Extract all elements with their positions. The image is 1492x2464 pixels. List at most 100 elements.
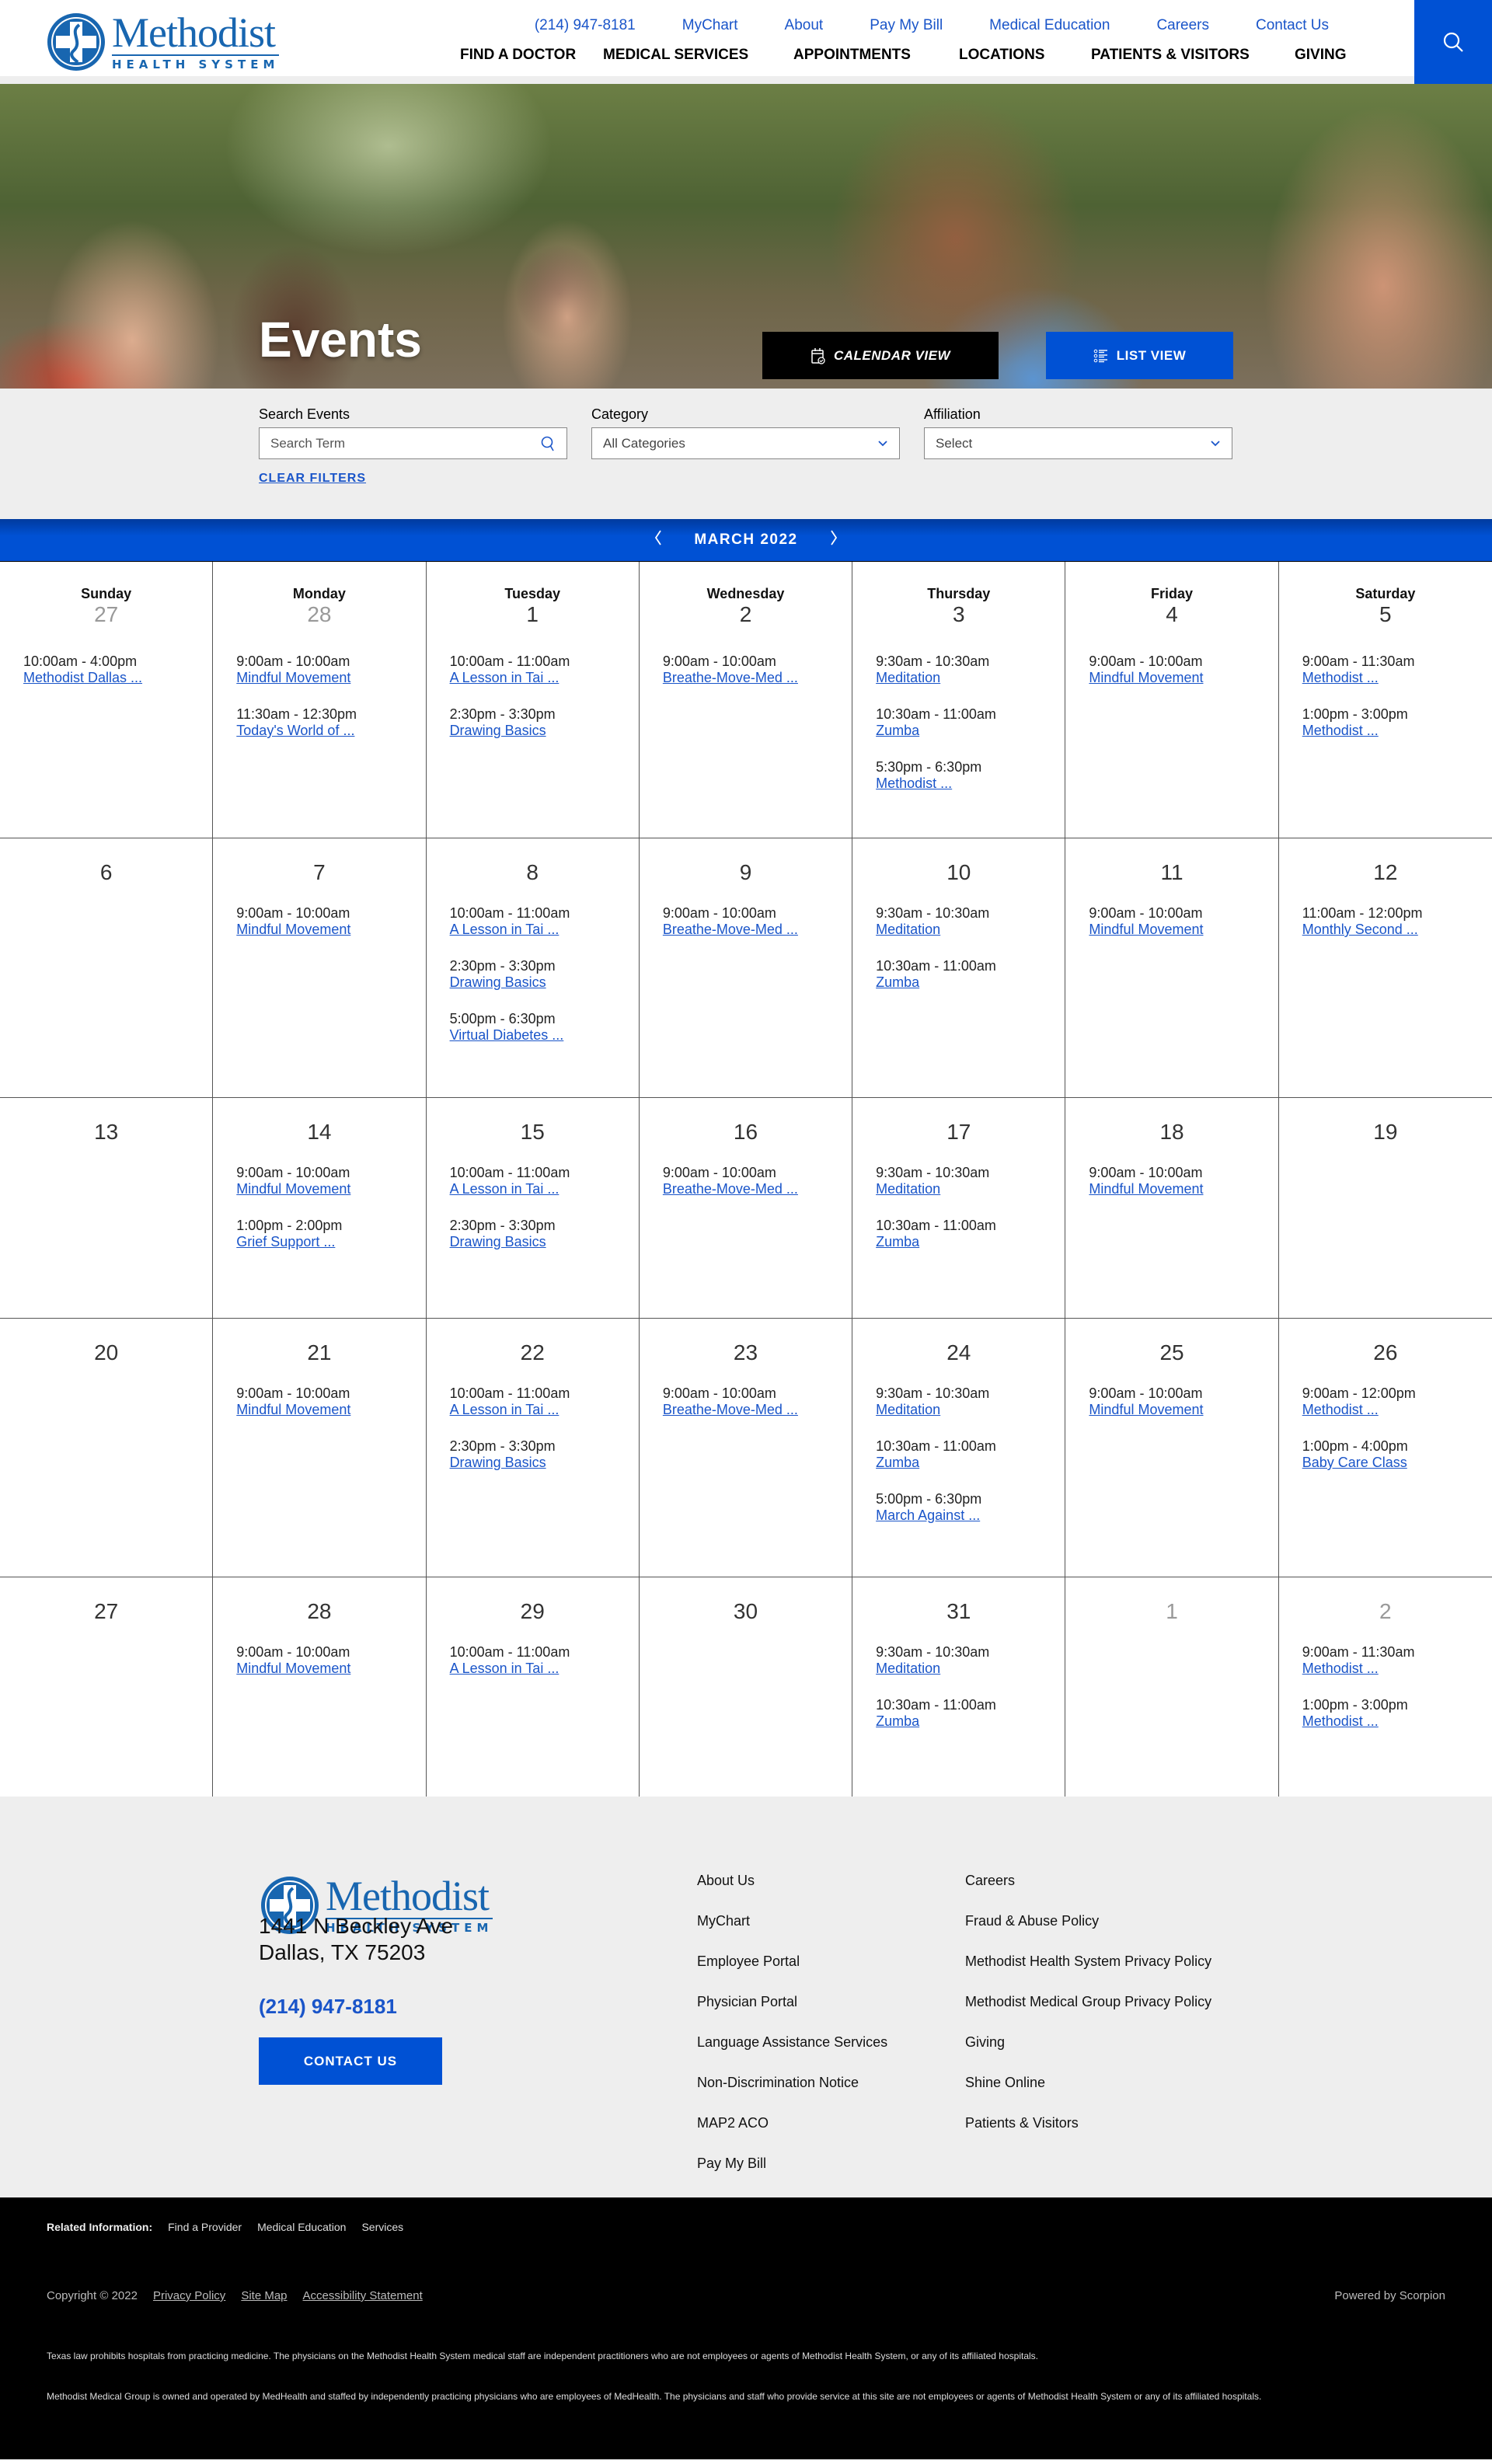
footer-link[interactable]: Employee Portal (697, 1953, 887, 1994)
day-events: 9:00am - 10:00am Mindful Movement (1089, 905, 1254, 938)
footer-link[interactable]: Physician Portal (697, 1994, 887, 2034)
footer-link[interactable]: Giving (965, 2034, 1211, 2075)
powered-by-link[interactable]: Powered by Scorpion (1334, 2289, 1445, 2302)
footer-link[interactable]: About Us (697, 1873, 887, 1913)
event-title-link[interactable]: Today's World of ... (236, 723, 354, 738)
event-title-link[interactable]: Virtual Diabetes ... (450, 1027, 564, 1043)
event-title-link[interactable]: Mindful Movement (236, 1661, 350, 1676)
event-title-link[interactable]: A Lesson in Tai ... (450, 1181, 560, 1197)
nav-locations[interactable]: LOCATIONS (959, 47, 1091, 64)
event-title-link[interactable]: Breathe-Move-Med ... (663, 670, 798, 685)
util-link-phone[interactable]: (214) 947-8181 (535, 17, 636, 34)
event-title-link[interactable]: A Lesson in Tai ... (450, 1402, 560, 1417)
event-time: 9:00am - 10:00am (236, 1385, 350, 1401)
site-logo[interactable]: Methodist HEALTH SYSTEM (45, 11, 280, 73)
event-title-link[interactable]: Drawing Basics (450, 723, 546, 738)
event-title-link[interactable]: Methodist ... (1302, 1713, 1379, 1729)
footer-link[interactable]: Fraud & Abuse Policy (965, 1913, 1211, 1953)
event-title-link[interactable]: Baby Care Class (1302, 1455, 1407, 1470)
clear-filters-link[interactable]: CLEAR FILTERS (259, 472, 366, 486)
event-title-link[interactable]: Methodist ... (1302, 670, 1379, 685)
related-link-medical-education[interactable]: Medical Education (257, 2221, 346, 2233)
next-month-button[interactable] (829, 529, 838, 551)
search-events-input[interactable]: Search Term (259, 427, 567, 459)
accessibility-statement-link[interactable]: Accessibility Statement (303, 2289, 423, 2302)
event-title-link[interactable]: A Lesson in Tai ... (450, 670, 560, 685)
event-title-link[interactable]: Monthly Second ... (1302, 922, 1418, 937)
event-title-link[interactable]: Methodist Dallas ... (23, 670, 142, 685)
contact-us-button[interactable]: CONTACT US (259, 2037, 442, 2085)
util-link-pay-bill[interactable]: Pay My Bill (870, 17, 943, 34)
event-title-link[interactable]: Breathe-Move-Med ... (663, 1181, 798, 1197)
event-title-link[interactable]: Drawing Basics (450, 1455, 546, 1470)
event-title-link[interactable]: Mindful Movement (1089, 670, 1203, 685)
site-map-link[interactable]: Site Map (241, 2289, 287, 2302)
footer-link[interactable]: MyChart (697, 1913, 887, 1953)
event-title-link[interactable]: Methodist ... (1302, 1402, 1379, 1417)
nav-find-doctor[interactable]: FIND A DOCTOR (460, 47, 603, 64)
affiliation-select[interactable]: Select (924, 427, 1232, 459)
event-title-link[interactable]: Meditation (876, 1402, 940, 1417)
privacy-policy-link[interactable]: Privacy Policy (153, 2289, 225, 2302)
event-item: 10:00am - 11:00am A Lesson in Tai ... (450, 1385, 615, 1418)
util-link-careers[interactable]: Careers (1156, 17, 1209, 34)
event-title-link[interactable]: Mindful Movement (236, 1181, 350, 1197)
calendar-view-button[interactable]: CALENDAR VIEW (762, 332, 999, 379)
event-title-link[interactable]: Zumba (876, 1455, 919, 1470)
event-title-link[interactable]: Mindful Movement (236, 922, 350, 937)
calendar-day-cell: 24 9:30am - 10:30am Meditation 10:30am - 11… (852, 1319, 1066, 1577)
event-title-link[interactable]: Breathe-Move-Med ... (663, 922, 798, 937)
footer-link[interactable]: Patients & Visitors (965, 2115, 1211, 2156)
event-item: 10:30am - 11:00am Zumba (876, 706, 1041, 739)
footer-phone-link[interactable]: (214) 947-8181 (259, 1995, 397, 2019)
nav-medical-services[interactable]: MEDICAL SERVICES (603, 47, 793, 64)
util-link-contact[interactable]: Contact Us (1256, 17, 1329, 34)
day-events: 11:00am - 12:00pm Monthly Second ... (1302, 905, 1469, 938)
day-number: 22 (520, 1340, 545, 1364)
calendar-day-cell: 30 (640, 1577, 853, 1797)
event-title-link[interactable]: Mindful Movement (1089, 1402, 1203, 1417)
list-view-button[interactable]: LIST VIEW (1046, 332, 1233, 379)
util-link-mychart[interactable]: MyChart (682, 17, 738, 34)
event-title-link[interactable]: Methodist ... (1302, 723, 1379, 738)
footer-link[interactable]: Non-Discrimination Notice (697, 2075, 887, 2115)
event-title-link[interactable]: Mindful Movement (1089, 1181, 1203, 1197)
event-title-link[interactable]: Meditation (876, 1181, 940, 1197)
category-select[interactable]: All Categories (591, 427, 900, 459)
util-link-medical-education[interactable]: Medical Education (989, 17, 1110, 34)
footer-link[interactable]: Shine Online (965, 2075, 1211, 2115)
footer-link[interactable]: Pay My Bill (697, 2156, 887, 2196)
event-title-link[interactable]: Zumba (876, 974, 919, 990)
event-title-link[interactable]: Zumba (876, 1234, 919, 1249)
event-title-link[interactable]: Breathe-Move-Med ... (663, 1402, 798, 1417)
nav-patients-visitors[interactable]: PATIENTS & VISITORS (1091, 47, 1295, 64)
footer-link[interactable]: Methodist Health System Privacy Policy (965, 1953, 1211, 1994)
event-title-link[interactable]: Methodist ... (876, 775, 952, 791)
event-title-link[interactable]: A Lesson in Tai ... (450, 922, 560, 937)
event-title-link[interactable]: Meditation (876, 1661, 940, 1676)
util-link-about[interactable]: About (785, 17, 824, 34)
footer-link[interactable]: Methodist Medical Group Privacy Policy (965, 1994, 1211, 2034)
event-title-link[interactable]: Mindful Movement (236, 1402, 350, 1417)
footer-link[interactable]: MAP2 ACO (697, 2115, 887, 2156)
event-title-link[interactable]: Drawing Basics (450, 974, 546, 990)
related-link-services[interactable]: Services (361, 2221, 403, 2233)
header-search-button[interactable] (1414, 0, 1492, 84)
related-link-find-provider[interactable]: Find a Provider (168, 2221, 242, 2233)
nav-appointments[interactable]: APPOINTMENTS (793, 47, 959, 64)
event-title-link[interactable]: March Against ... (876, 1507, 980, 1523)
event-title-link[interactable]: Mindful Movement (236, 670, 350, 685)
footer-link[interactable]: Language Assistance Services (697, 2034, 887, 2075)
event-title-link[interactable]: Drawing Basics (450, 1234, 546, 1249)
prev-month-button[interactable] (654, 529, 663, 551)
event-title-link[interactable]: Grief Support ... (236, 1234, 335, 1249)
event-title-link[interactable]: Methodist ... (1302, 1661, 1379, 1676)
event-title-link[interactable]: Meditation (876, 922, 940, 937)
nav-giving[interactable]: GIVING (1295, 47, 1347, 64)
footer-link[interactable]: Careers (965, 1873, 1211, 1913)
event-title-link[interactable]: Zumba (876, 1713, 919, 1729)
event-title-link[interactable]: Mindful Movement (1089, 922, 1203, 937)
event-title-link[interactable]: Meditation (876, 670, 940, 685)
event-title-link[interactable]: A Lesson in Tai ... (450, 1661, 560, 1676)
event-title-link[interactable]: Zumba (876, 723, 919, 738)
